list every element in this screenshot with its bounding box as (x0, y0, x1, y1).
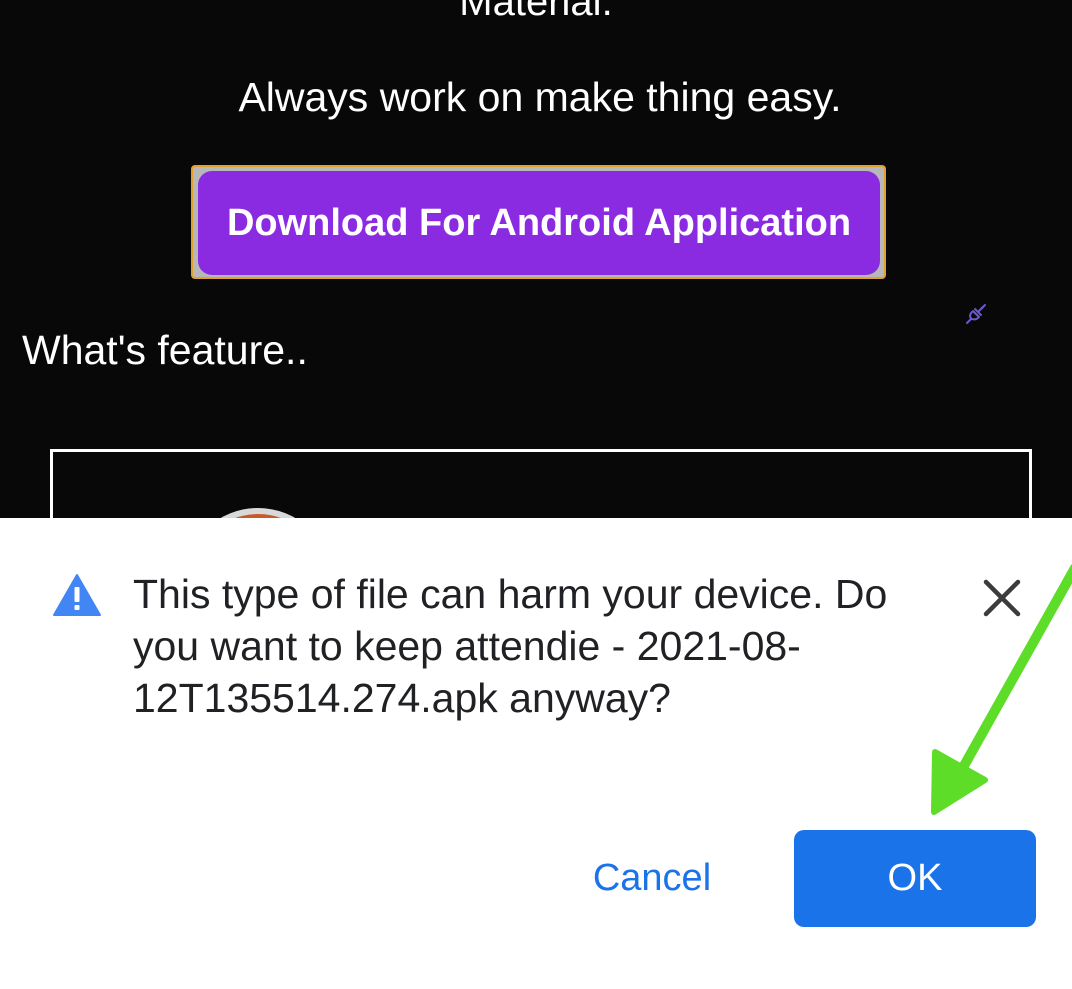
warning-triangle-icon (53, 574, 101, 616)
download-button-label: Download For Android Application (226, 201, 852, 244)
ok-button-label: OK (887, 857, 943, 899)
screen: Material. Always work on make thing easy… (0, 0, 1072, 989)
plug-disconnected-icon (966, 304, 986, 324)
page-top-text: Material. (459, 0, 613, 24)
download-android-button[interactable]: Download For Android Application (198, 171, 880, 275)
close-icon (983, 579, 1021, 617)
close-button[interactable] (972, 568, 1032, 628)
cancel-button[interactable]: Cancel (570, 833, 734, 923)
ok-button[interactable]: OK (794, 830, 1036, 927)
page-tagline: Always work on make thing easy. (238, 74, 842, 120)
dialog-message: This type of file can harm your device. … (133, 571, 888, 721)
cancel-button-label: Cancel (592, 856, 712, 899)
feature-heading: What's feature.. (22, 327, 308, 373)
download-warning-dialog: This type of file can harm your device. … (0, 518, 1072, 989)
